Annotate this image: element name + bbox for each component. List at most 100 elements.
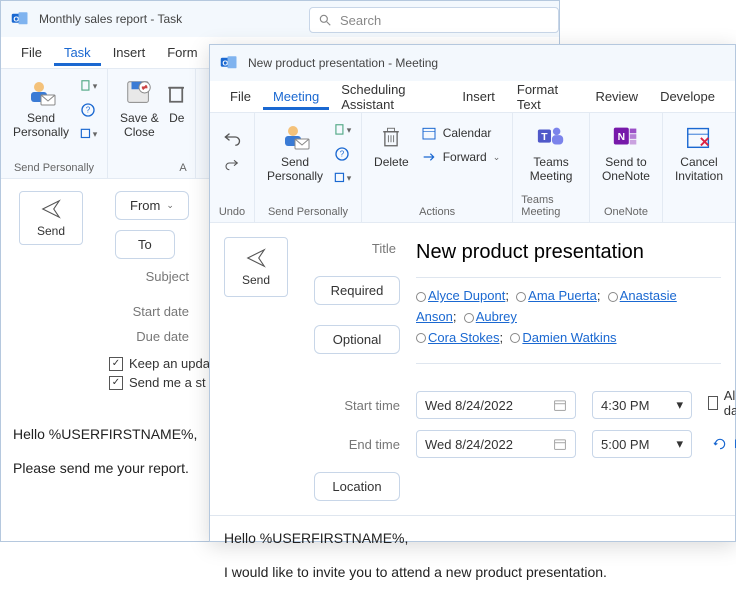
delete-button[interactable]: Delete xyxy=(370,119,413,171)
ribbon-group-send-personally: Send Personally ▾ ? ▾ Send Personally xyxy=(1,69,108,178)
group-label: A xyxy=(179,160,186,176)
teams-icon: T xyxy=(535,121,567,153)
undo-button[interactable] xyxy=(218,119,246,173)
start-time-row: Start time Wed 8/24/2022 4:30 PM▾ All da… xyxy=(210,378,735,422)
save-icon xyxy=(123,77,155,109)
send-icon xyxy=(245,247,267,269)
recipient[interactable]: Damien Watkins xyxy=(522,330,616,345)
calendar-cancel-icon xyxy=(683,121,715,153)
menu-file[interactable]: File xyxy=(11,39,52,66)
end-time-picker[interactable]: 5:00 PM▾ xyxy=(592,430,692,458)
optional-button[interactable]: Optional xyxy=(314,325,400,354)
titlebar: O New product presentation - Meeting xyxy=(210,45,735,81)
meeting-title-input[interactable]: New product presentation xyxy=(416,237,721,278)
menu-format-text[interactable]: Format Text xyxy=(507,76,584,118)
message-body[interactable]: Hello %USERFIRSTNAME%, I would like to i… xyxy=(210,515,735,612)
svg-text:O: O xyxy=(222,58,228,67)
attach-dropdown[interactable]: ▾ xyxy=(331,119,353,141)
menu-meeting[interactable]: Meeting xyxy=(263,83,329,110)
to-button[interactable]: To xyxy=(115,230,175,259)
forward-button[interactable]: Forward⌄ xyxy=(417,147,505,167)
outlook-icon: O xyxy=(11,10,29,28)
presence-icon xyxy=(516,292,526,302)
send-button[interactable]: Send xyxy=(224,237,288,297)
onenote-icon: N xyxy=(610,121,642,153)
ribbon-group-teams: T Teams Meeting Teams Meeting xyxy=(513,113,590,222)
calendar-icon xyxy=(553,398,567,412)
menu-scheduling-assistant[interactable]: Scheduling Assistant xyxy=(331,76,450,118)
svg-text:O: O xyxy=(13,14,19,23)
send-to-onenote-button[interactable]: N Send to OneNote xyxy=(598,119,654,186)
recipient[interactable]: Aubrey xyxy=(476,309,517,324)
person-mail-icon xyxy=(25,77,57,109)
recipient[interactable]: Ama Puerta xyxy=(528,288,597,303)
help-button[interactable]: ? xyxy=(331,143,353,165)
outlook-icon: O xyxy=(220,54,238,72)
checkbox-icon: ✓ xyxy=(109,376,123,390)
svg-text:N: N xyxy=(618,132,625,143)
settings-dropdown[interactable]: ▾ xyxy=(331,167,353,189)
checkbox-icon: ✓ xyxy=(109,357,123,371)
make-recurring-button[interactable]: Make xyxy=(708,434,736,454)
cancel-invitation-button[interactable]: Cancel Invitation xyxy=(671,119,727,186)
menu-task[interactable]: Task xyxy=(54,39,101,66)
body-line: Hello %USERFIRSTNAME%, xyxy=(224,530,721,546)
forward-icon xyxy=(421,149,437,165)
ribbon-group-onenote: N Send to OneNote OneNote xyxy=(590,113,663,222)
required-button[interactable]: Required xyxy=(314,276,400,305)
subject-label: Subject xyxy=(109,269,189,284)
search-placeholder: Search xyxy=(340,13,381,28)
menu-developer[interactable]: Develope xyxy=(650,83,725,110)
group-label: Undo xyxy=(219,204,245,220)
delete-button-trunc[interactable]: De xyxy=(167,75,187,127)
group-label: OneNote xyxy=(604,204,648,220)
meeting-header: Send Title Required Optional New product… xyxy=(210,223,735,378)
recipient[interactable]: Cora Stokes xyxy=(428,330,500,345)
from-button[interactable]: From⌄ xyxy=(115,191,189,220)
group-label: Send Personally xyxy=(268,204,348,220)
chevron-down-icon: ⌄ xyxy=(166,200,174,211)
presence-icon xyxy=(464,313,474,323)
settings-dropdown[interactable]: ▾ xyxy=(77,123,99,145)
group-label: Teams Meeting xyxy=(521,192,581,220)
save-close-label: Save & Close xyxy=(120,111,159,140)
menubar: File Meeting Scheduling Assistant Insert… xyxy=(210,81,735,113)
redo-icon xyxy=(222,155,242,171)
caret-down-icon: ▾ xyxy=(676,436,683,452)
send-personally-button[interactable]: Send Personally xyxy=(9,75,73,142)
end-date-picker[interactable]: Wed 8/24/2022 xyxy=(416,430,576,458)
start-time-picker[interactable]: 4:30 PM▾ xyxy=(592,391,692,419)
due-date-label: Due date xyxy=(109,329,189,344)
all-day-checkbox[interactable]: All day xyxy=(708,388,736,418)
ribbon-group-actions: Delete Calendar Forward⌄ Actions xyxy=(362,113,513,222)
menu-format[interactable]: Form xyxy=(157,39,207,66)
attach-dropdown[interactable]: ▾ xyxy=(77,75,99,97)
start-date-picker[interactable]: Wed 8/24/2022 xyxy=(416,391,576,419)
menu-review[interactable]: Review xyxy=(585,83,648,110)
menu-file[interactable]: File xyxy=(220,83,261,110)
start-date-label: Start date xyxy=(109,304,189,319)
teams-meeting-button[interactable]: T Teams Meeting xyxy=(526,119,577,186)
send-button[interactable]: Send xyxy=(19,191,83,245)
send-personally-button[interactable]: Send Personally xyxy=(263,119,327,186)
menu-insert[interactable]: Insert xyxy=(452,83,505,110)
send-icon xyxy=(40,198,62,220)
recipient[interactable]: Alyce Dupont xyxy=(428,288,505,303)
search-icon xyxy=(318,13,332,27)
meeting-window: O New product presentation - Meeting Fil… xyxy=(209,44,736,542)
group-label: Send Personally xyxy=(14,160,94,176)
svg-text:?: ? xyxy=(86,106,91,115)
window-title: New product presentation - Meeting xyxy=(248,56,438,70)
calendar-button[interactable]: Calendar xyxy=(417,123,505,143)
window-title: Monthly sales report - Task xyxy=(39,12,182,26)
recipients-area[interactable]: Alyce Dupont; Ama Puerta; Anastasie Anso… xyxy=(416,278,721,364)
presence-icon xyxy=(510,333,520,343)
save-close-button[interactable]: Save & Close xyxy=(116,75,163,142)
help-button[interactable]: ? xyxy=(77,99,99,121)
location-button[interactable]: Location xyxy=(314,472,400,501)
presence-icon xyxy=(608,292,618,302)
search-input[interactable]: Search xyxy=(309,7,559,33)
calendar-icon xyxy=(421,125,437,141)
ribbon: Undo Send Personally ▾ ? ▾ Send Personal… xyxy=(210,113,735,223)
menu-insert[interactable]: Insert xyxy=(103,39,156,66)
